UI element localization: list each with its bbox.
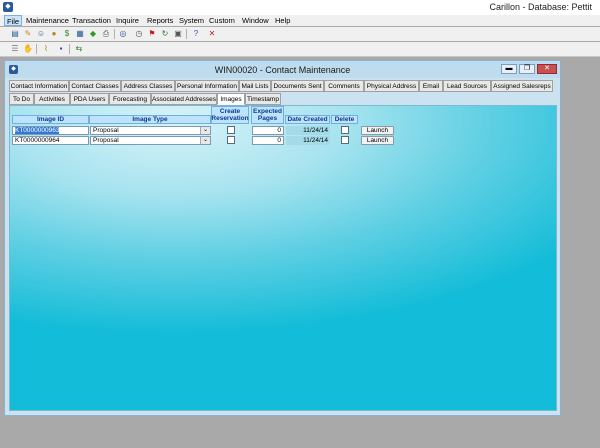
new-document-icon[interactable]: ▤ (10, 29, 20, 39)
create-reservation-checkbox[interactable] (227, 136, 235, 144)
switch-icon[interactable]: ⇆ (74, 44, 84, 54)
menu-transaction[interactable]: Transaction (70, 15, 113, 26)
restore-button[interactable]: ❐ (519, 64, 535, 74)
app-title: Carillon - Database: Pettit (489, 2, 592, 12)
tab-documents-sent[interactable]: Documents Sent (271, 80, 324, 92)
save-icon[interactable]: ▪ (56, 44, 66, 54)
header-image-id: Image ID (12, 115, 89, 124)
tab-personal-information[interactable]: Personal Information (175, 80, 239, 92)
header-image-type: Image Type (89, 115, 211, 124)
create-reservation-checkbox[interactable] (227, 126, 235, 134)
refresh-icon[interactable]: ↻ (160, 29, 170, 39)
expected-pages-field[interactable]: 0 (252, 126, 284, 135)
chevron-down-icon[interactable]: ⌄ (200, 137, 210, 144)
tab-physical-address[interactable]: Physical Address (364, 80, 419, 92)
delete-checkbox[interactable] (341, 126, 349, 134)
toolbar-separator (69, 44, 70, 54)
tab-lead-sources[interactable]: Lead Sources (443, 80, 491, 92)
edit-document-icon[interactable]: ✎ (23, 29, 33, 39)
person-icon[interactable]: ☺ (36, 29, 46, 39)
tab-assigned-salesreps[interactable]: Assigned Salesreps (491, 80, 553, 92)
launch-button[interactable]: Launch (361, 126, 394, 135)
close-window-icon[interactable]: ✕ (207, 29, 217, 39)
money-bag-icon[interactable]: ● (49, 29, 59, 39)
app-title-bar: ◆ Carillon - Database: Pettit (0, 0, 600, 15)
menu-bar: File Maintenance Transaction Inquire Rep… (0, 15, 600, 26)
menu-help[interactable]: Help (273, 15, 292, 26)
notebook-icon[interactable]: ▦ (75, 29, 85, 39)
image-id-field[interactable]: KT0000000963 (12, 126, 89, 135)
toolbar-separator (36, 44, 37, 54)
broom-icon[interactable]: ⌇ (41, 44, 51, 54)
delete-checkbox[interactable] (341, 136, 349, 144)
image-type-value: Proposal (93, 127, 119, 134)
toolbar-main: ▤ ✎ ☺ ● $ ▦ ◆ ⎙ ◎ ◷ ⚑ ↻ ▣ ? ✕ (0, 27, 600, 41)
image-id-field[interactable]: KT0000000964 (12, 136, 89, 145)
minimize-button[interactable]: ▬ (501, 64, 517, 74)
toolbar-separator (186, 29, 187, 39)
tab-timestamp[interactable]: Timestamp (245, 93, 281, 105)
tab-email[interactable]: Email (419, 80, 443, 92)
tab-address-classes[interactable]: Address Classes (121, 80, 175, 92)
expected-pages-field[interactable]: 0 (252, 136, 284, 145)
clock-icon[interactable]: ◷ (134, 29, 144, 39)
tab-images[interactable]: Images (217, 93, 245, 105)
tab-comments[interactable]: Comments (324, 80, 364, 92)
header-date-created: Date Created (285, 115, 330, 124)
launch-button[interactable]: Launch (361, 136, 394, 145)
header-delete: Delete (331, 115, 358, 124)
toolbar-separator (114, 29, 115, 39)
chevron-down-icon[interactable]: ⌄ (200, 127, 210, 134)
menu-window[interactable]: Window (240, 15, 271, 26)
tab-associated-addresses[interactable]: Associated Addresses (151, 93, 217, 105)
window-title: WIN00020 - Contact Maintenance (214, 65, 351, 75)
hand-icon[interactable]: ✋ (23, 44, 33, 54)
tab-contact-information[interactable]: Contact Information (9, 80, 69, 92)
tab-to-do[interactable]: To Do (9, 93, 34, 105)
tab-contact-classes[interactable]: Contact Classes (69, 80, 121, 92)
image-type-dropdown[interactable]: Proposal ⌄ (90, 126, 211, 135)
menu-system[interactable]: System (177, 15, 206, 26)
search-icon[interactable]: ◎ (118, 29, 128, 39)
window-title-bar: ◆ WIN00020 - Contact Maintenance ▬ ❐ ✕ (5, 61, 560, 78)
form-icon[interactable]: ▣ (173, 29, 183, 39)
contact-maintenance-window: ◆ WIN00020 - Contact Maintenance ▬ ❐ ✕ C… (4, 60, 561, 416)
date-created-value: 11/24/14 (286, 126, 330, 135)
image-type-value: Proposal (93, 137, 119, 144)
menu-file[interactable]: File (4, 15, 23, 26)
toolbar-secondary: ☰ ✋ ⌇ ▪ ⇆ (0, 42, 600, 57)
app-logo-icon: ◆ (3, 2, 13, 12)
image-type-dropdown[interactable]: Proposal ⌄ (90, 136, 211, 145)
close-button[interactable]: ✕ (537, 64, 557, 74)
list-icon[interactable]: ☰ (10, 44, 20, 54)
header-create-reservation: Create Reservation (211, 106, 249, 124)
tab-activities[interactable]: Activities (34, 93, 70, 105)
menu-inquire[interactable]: Inquire (114, 15, 141, 26)
help-icon[interactable]: ? (191, 29, 201, 39)
image-id-value: KT0000000963 (15, 127, 60, 134)
images-grid-panel: Image ID Image Type Create Reservation E… (9, 105, 557, 411)
printer-icon[interactable]: ⎙ (101, 29, 111, 39)
green-arrow-icon[interactable]: ◆ (88, 29, 98, 39)
header-expected-pages: Expected Pages (251, 106, 284, 124)
tab-forecasting[interactable]: Forecasting (109, 93, 151, 105)
tab-pda-users[interactable]: PDA Users (70, 93, 109, 105)
menu-maintenance[interactable]: Maintenance (24, 15, 71, 26)
menu-reports[interactable]: Reports (145, 15, 175, 26)
dollar-icon[interactable]: $ (62, 29, 72, 39)
red-flag-icon[interactable]: ⚑ (147, 29, 157, 39)
menu-custom[interactable]: Custom (207, 15, 237, 26)
tab-strip: Contact Information Contact Classes Addr… (9, 80, 557, 106)
date-created-value: 11/24/14 (286, 136, 330, 145)
tab-mail-lists[interactable]: Mail Lists (239, 80, 271, 92)
